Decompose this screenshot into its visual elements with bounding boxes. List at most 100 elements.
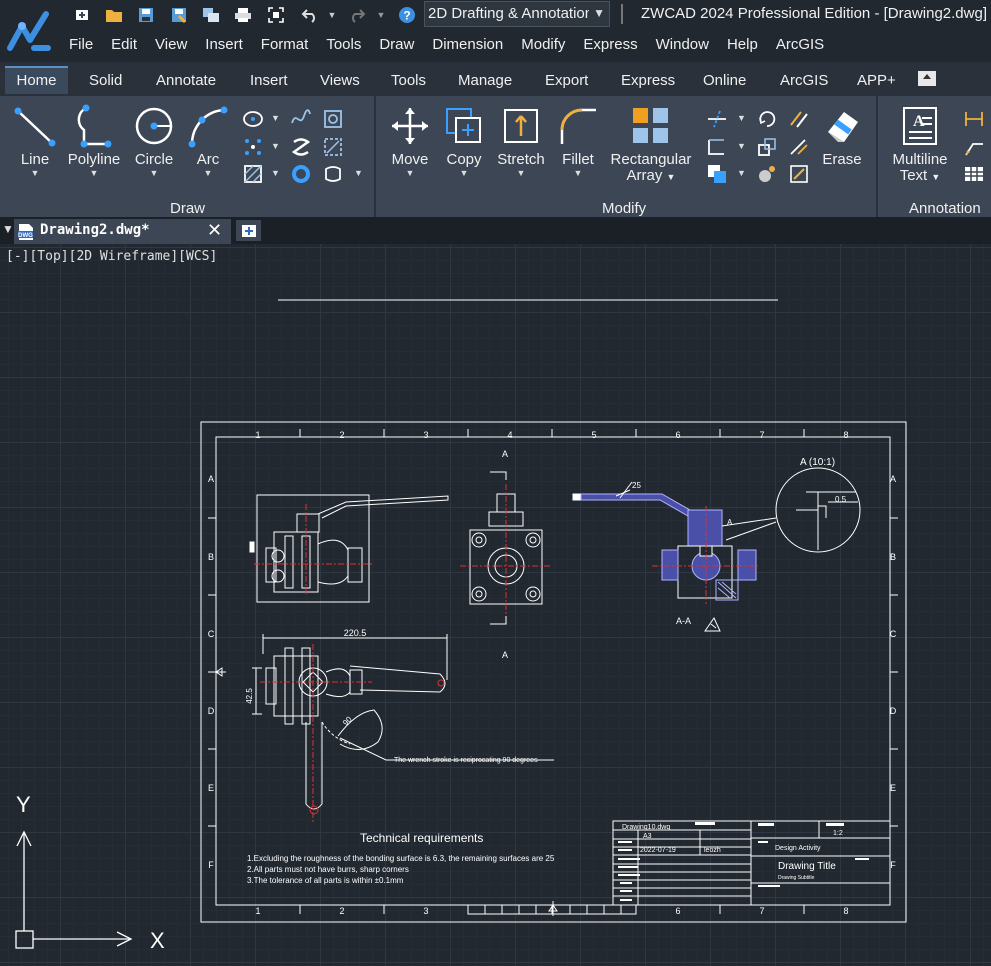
tab-arcgis[interactable]: ArcGIS xyxy=(780,66,828,94)
chevron-down-icon[interactable]: ▼ xyxy=(737,141,746,151)
open-icon[interactable] xyxy=(104,5,124,25)
chevron-down-icon[interactable]: ▼ xyxy=(354,168,363,178)
tab-export[interactable]: Export xyxy=(545,66,588,94)
donut-icon[interactable] xyxy=(290,163,312,185)
wipeout-icon[interactable] xyxy=(322,163,344,185)
chevron-down-icon[interactable]: ▼ xyxy=(271,168,280,178)
menu-arcgis[interactable]: ArcGIS xyxy=(767,30,833,60)
document-tab-label: Drawing2.dwg* xyxy=(40,222,150,238)
chevron-down-icon[interactable]: ▼ xyxy=(737,113,746,123)
move-button[interactable]: Move ▼ xyxy=(388,104,432,178)
new-icon[interactable] xyxy=(72,5,92,25)
menu-express[interactable]: Express xyxy=(574,30,646,60)
drawing-canvas[interactable]: [-][Top][2D Wireframe][WCS] 1 2 3 4 5 6 … xyxy=(0,244,991,966)
menu-dimension[interactable]: Dimension xyxy=(423,30,512,60)
extend-icon[interactable] xyxy=(788,136,810,158)
fillet-button[interactable]: Fillet ▼ xyxy=(556,104,600,178)
copy-button[interactable]: Copy ▼ xyxy=(442,104,486,178)
point-icon[interactable] xyxy=(242,136,264,158)
tab-home[interactable]: Home xyxy=(5,66,68,94)
table-icon[interactable] xyxy=(963,163,985,185)
plot-icon[interactable] xyxy=(233,5,253,25)
document-tab[interactable]: DWG Drawing2.dwg* ✕ xyxy=(14,219,231,244)
workspace-select[interactable]: 2D Drafting & Annotation ▼ xyxy=(424,1,610,27)
offset-icon[interactable] xyxy=(788,108,810,130)
menu-insert[interactable]: Insert xyxy=(196,30,252,60)
tab-annotate[interactable]: Annotate xyxy=(156,66,216,94)
multiline-text-button[interactable]: A Multiline Text ▼ xyxy=(888,104,952,185)
erase-button[interactable]: Erase xyxy=(820,104,864,168)
menu-window[interactable]: Window xyxy=(647,30,718,60)
top-view[interactable] xyxy=(252,634,554,824)
menu-file[interactable]: File xyxy=(60,30,102,60)
minimize-ribbon-icon[interactable] xyxy=(918,71,936,86)
hatch-icon[interactable] xyxy=(242,163,264,185)
redo-dropdown-icon[interactable]: ▼ xyxy=(374,5,388,25)
tech-requirement-item: 1.Excluding the roughness of the bonding… xyxy=(247,854,555,863)
explode-icon[interactable] xyxy=(706,163,728,185)
tab-views[interactable]: Views xyxy=(320,66,360,94)
zoom-extents-icon[interactable] xyxy=(266,5,286,25)
document-list-icon[interactable]: ▼ xyxy=(2,222,14,236)
leader-icon[interactable] xyxy=(963,136,985,158)
front-view[interactable] xyxy=(249,494,449,603)
save-as-icon[interactable] xyxy=(169,5,189,25)
scale-icon[interactable] xyxy=(756,136,778,158)
menu-edit[interactable]: Edit xyxy=(102,30,146,60)
menu-modify[interactable]: Modify xyxy=(512,30,574,60)
region-icon[interactable] xyxy=(322,108,344,130)
boundary-icon[interactable] xyxy=(322,136,344,158)
undo-icon[interactable] xyxy=(300,5,320,25)
chevron-down-icon[interactable]: ▼ xyxy=(271,113,280,123)
section-view[interactable] xyxy=(572,481,777,604)
line-button[interactable]: Line ▼ xyxy=(12,104,58,178)
title-block[interactable] xyxy=(612,820,891,906)
menu-draw[interactable]: Draw xyxy=(370,30,423,60)
move-label: Move xyxy=(391,151,429,168)
menu-tools[interactable]: Tools xyxy=(317,30,370,60)
batch-plot-icon[interactable] xyxy=(201,5,221,25)
save-icon[interactable] xyxy=(136,5,156,25)
circle-button[interactable]: Circle ▼ xyxy=(131,104,177,178)
tab-manage[interactable]: Manage xyxy=(458,66,512,94)
chevron-down-icon[interactable]: ▼ xyxy=(737,168,746,178)
break-icon[interactable] xyxy=(788,163,810,185)
arc-button[interactable]: Arc ▼ xyxy=(186,104,230,178)
mtext-label-line1: Multiline xyxy=(892,151,948,168)
spline-icon[interactable] xyxy=(290,108,312,130)
polyline-button[interactable]: Polyline ▼ xyxy=(66,104,122,178)
undo-dropdown-icon[interactable]: ▼ xyxy=(325,5,339,25)
section-mark-bottom: A xyxy=(502,650,508,660)
rotate-icon[interactable] xyxy=(756,108,778,130)
tab-solid[interactable]: Solid xyxy=(89,66,122,94)
detail-dimension: 0.5 xyxy=(835,495,847,504)
tab-app-plus[interactable]: APP+ xyxy=(857,66,896,94)
zwcad-logo-icon[interactable] xyxy=(4,4,56,56)
new-tab-button[interactable] xyxy=(236,220,261,241)
tab-online[interactable]: Online xyxy=(703,66,746,94)
modify-panel-label[interactable]: Modify xyxy=(602,200,646,217)
col-label-top: 1 xyxy=(255,430,260,440)
trim-icon[interactable] xyxy=(706,108,728,130)
detail-view[interactable] xyxy=(775,467,861,553)
chamfer-icon[interactable] xyxy=(756,163,778,185)
tab-express[interactable]: Express xyxy=(621,66,675,94)
ellipse-icon[interactable] xyxy=(242,108,264,130)
draw-panel-label[interactable]: Draw xyxy=(170,200,205,217)
annotation-panel-label[interactable]: Annotation xyxy=(909,200,981,217)
menu-format[interactable]: Format xyxy=(252,30,318,60)
tab-tools[interactable]: Tools xyxy=(391,66,426,94)
side-view[interactable] xyxy=(460,471,552,625)
chevron-down-icon[interactable]: ▼ xyxy=(271,141,280,151)
rectangular-array-button[interactable]: Rectangular Array ▼ xyxy=(610,104,692,185)
close-icon[interactable]: ✕ xyxy=(207,220,222,241)
menu-help[interactable]: Help xyxy=(718,30,767,60)
revision-cloud-icon[interactable] xyxy=(290,136,312,158)
mirror-icon[interactable] xyxy=(706,136,728,158)
linear-dimension-icon[interactable] xyxy=(963,108,985,130)
stretch-button[interactable]: Stretch ▼ xyxy=(496,104,546,178)
menu-view[interactable]: View xyxy=(146,30,196,60)
tab-insert[interactable]: Insert xyxy=(250,66,288,94)
redo-icon[interactable] xyxy=(347,5,367,25)
help-icon[interactable]: ? xyxy=(397,5,417,25)
